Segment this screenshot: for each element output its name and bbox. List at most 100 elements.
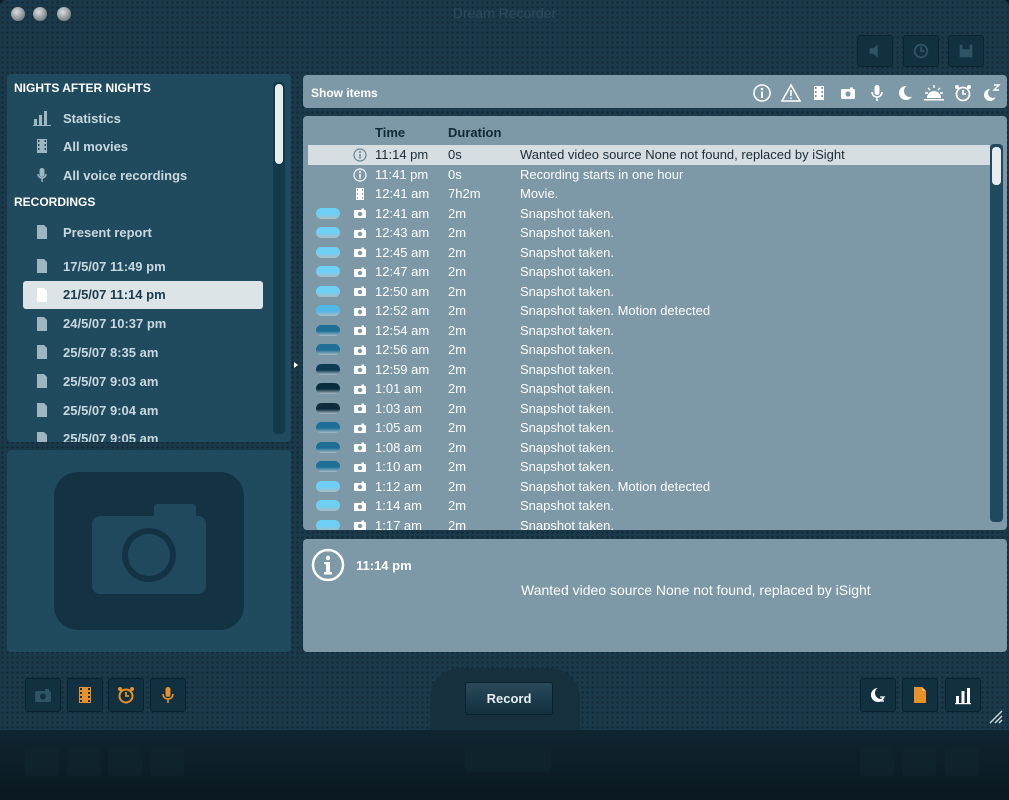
table-row[interactable]: 12:41 am 2m Snapshot taken. [308, 204, 990, 224]
event-message: Snapshot taken. Motion detected [520, 478, 711, 494]
event-duration: 2m [448, 400, 467, 416]
event-duration: 2m [448, 420, 467, 435]
filter-toggle-alarm-clock[interactable] [952, 83, 974, 103]
statistics-button[interactable] [945, 678, 981, 712]
table-row[interactable]: 12:45 am 2m Snapshot taken. [308, 243, 990, 263]
table-row[interactable]: 1:17 am 2m Snapshot taken. [308, 516, 990, 530]
event-duration: 2m [448, 244, 467, 260]
filter-toggle-warning[interactable] [780, 83, 802, 103]
camera-icon [354, 384, 366, 394]
sidebar-recording-item[interactable]: 24/5/07 10:37 pm [23, 310, 263, 338]
activity-level-indicator [316, 324, 340, 336]
event-message: Snapshot taken. [520, 361, 614, 377]
table-row[interactable]: 1:05 am 2m Snapshot taken. [308, 418, 990, 438]
event-message: Snapshot taken. Motion detected [520, 303, 711, 318]
camera-icon [841, 87, 856, 99]
info-icon [753, 84, 771, 102]
table-row[interactable]: 11:41 pm 0s Recording starts in one hour [308, 165, 990, 185]
record-button[interactable]: Record [465, 682, 553, 715]
sidebar-recording-item[interactable]: 17/5/07 11:49 pm [23, 252, 263, 280]
moon-icon [898, 85, 916, 100]
sidebar-scrollbar-thumb[interactable] [275, 84, 283, 164]
clock-button[interactable] [903, 35, 939, 67]
sidebar-item-label: 25/5/07 8:35 am [63, 344, 159, 360]
sidebar-recording-item[interactable]: 25/5/07 9:03 am [23, 367, 263, 395]
table-row[interactable]: 1:08 am 2m Snapshot taken. [308, 438, 990, 458]
event-duration: 2m [448, 322, 467, 338]
table-row[interactable]: 1:01 am 2m Snapshot taken. [308, 379, 990, 399]
event-time: 1:08 am [375, 439, 422, 455]
sidebar-recording-item[interactable]: 21/5/07 11:14 pm [23, 280, 263, 309]
table-row[interactable]: 1:14 am 2m Snapshot taken. [308, 496, 990, 516]
event-list-scrollbar[interactable] [990, 144, 1003, 522]
filter-toggle-snore[interactable] [981, 83, 1003, 103]
alarm-button[interactable] [108, 678, 144, 712]
document-icon [37, 403, 47, 417]
table-row[interactable]: 12:50 am 2m Snapshot taken. [308, 282, 990, 302]
event-type-icon [352, 381, 368, 397]
split-handle[interactable] [294, 362, 298, 368]
table-row[interactable]: 12:54 am 2m Snapshot taken. [308, 321, 990, 341]
event-time: 12:54 am [375, 322, 430, 338]
event-duration: 2m [448, 361, 467, 377]
event-time: 1:12 am [375, 478, 422, 494]
resize-grip-icon[interactable] [985, 706, 1003, 724]
report-button[interactable] [902, 678, 938, 712]
voice-button[interactable] [150, 678, 186, 712]
event-type-icon [352, 167, 368, 183]
table-row[interactable]: 12:43 am 2m Snapshot taken. [308, 223, 990, 243]
filter-toggle-camera[interactable] [837, 83, 859, 103]
table-row[interactable]: 12:41 am 7h2m Movie. [308, 184, 990, 204]
sidebar-item-all-voice-recordings[interactable]: All voice recordings [23, 161, 263, 189]
camera-icon [354, 247, 366, 257]
camera-icon [354, 267, 366, 277]
sidebar-item-present-report[interactable]: Present report [23, 218, 263, 246]
event-list-scrollbar-thumb[interactable] [992, 147, 1001, 185]
camera-icon [354, 520, 366, 530]
sidebar-recording-item[interactable]: 25/5/07 9:04 am [23, 396, 263, 424]
app-window: Dream Recorder NIGHTS AFTER NIGHTS Stati… [0, 0, 1009, 730]
speaker-button[interactable] [857, 35, 893, 67]
sidebar-recording-item[interactable]: 25/5/07 9:05 am [23, 425, 263, 442]
activity-level-indicator [316, 246, 340, 258]
filter-toggle-moon[interactable] [895, 83, 917, 103]
table-row[interactable]: 1:12 am 2m Snapshot taken. Motion detected [308, 477, 990, 497]
table-row[interactable]: 12:59 am 2m Snapshot taken. [308, 360, 990, 380]
sidebar-scrollbar[interactable] [273, 82, 285, 434]
filter-toggle-microphone[interactable] [866, 83, 888, 103]
sidebar-item-label: Statistics [63, 110, 121, 126]
event-time: 12:50 am [375, 283, 430, 299]
column-header-time[interactable]: Time [375, 125, 405, 140]
camera-button[interactable] [25, 678, 61, 712]
table-row[interactable]: 12:56 am 2m Snapshot taken. [308, 340, 990, 360]
table-row[interactable]: 12:52 am 2m Snapshot taken. Motion detecte… [308, 301, 990, 321]
snore-button[interactable] [860, 678, 896, 712]
sidebar-item-label: All movies [63, 138, 129, 154]
table-row[interactable]: 11:14 pm 0s Wanted video source None not f… [308, 145, 990, 165]
filter-toggle-sunrise[interactable] [923, 83, 945, 103]
info-icon [353, 148, 367, 162]
filter-toggle-info[interactable] [751, 83, 773, 103]
table-row[interactable]: 1:10 am 2m Snapshot taken. [308, 457, 990, 477]
movie-button[interactable] [67, 678, 103, 712]
save-button[interactable] [948, 35, 984, 67]
microphone-icon [162, 687, 174, 703]
sidebar-item-label: 25/5/07 9:05 am [63, 431, 159, 442]
document-icon [37, 316, 47, 331]
filter-toggle-film[interactable] [808, 83, 830, 103]
microphone-icon [37, 168, 47, 182]
activity-level-indicator [316, 305, 340, 316]
event-time: 12:41 am [375, 186, 430, 201]
table-row[interactable]: 1:03 am 2m Snapshot taken. [308, 399, 990, 419]
table-row[interactable]: 12:47 am 2m Snapshot taken. [308, 262, 990, 282]
column-header-duration[interactable]: Duration [448, 125, 501, 140]
event-time: 1:05 am [375, 420, 422, 435]
sidebar-item-all-movies[interactable]: All movies [23, 132, 263, 160]
event-duration: 2m [448, 342, 467, 357]
film-icon [814, 86, 825, 100]
sidebar-item-statistics[interactable]: Statistics [23, 104, 263, 132]
event-message: Snapshot taken. [520, 322, 614, 338]
camera-icon [354, 364, 366, 374]
sidebar-recording-item[interactable]: 25/5/07 8:35 am [23, 338, 263, 366]
event-type-icon [352, 362, 368, 378]
